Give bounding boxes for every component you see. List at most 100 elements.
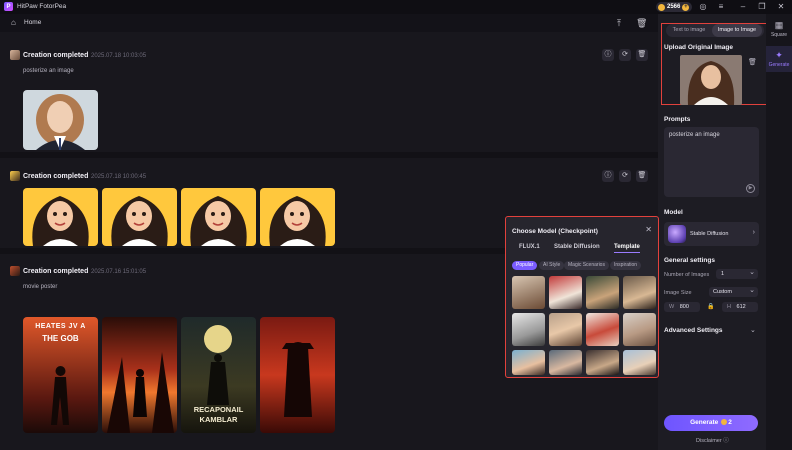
tab-template[interactable]: Template — [614, 244, 640, 253]
original-image[interactable] — [23, 90, 98, 150]
generated-image[interactable] — [23, 188, 98, 246]
poster-title-line2: KAMBLAR — [199, 415, 238, 424]
tab-stable-diffusion[interactable]: Stable Diffusion — [554, 244, 600, 250]
filter-inspiration[interactable]: Inspiration — [610, 261, 642, 270]
right-nav: ▦ Square ✦ Generate — [766, 14, 792, 450]
filter-magic-scenarios[interactable]: Magic Scenarios — [564, 261, 609, 270]
image-size-value: Custom — [713, 289, 732, 295]
general-settings-label: General settings — [664, 257, 715, 264]
generated-poster[interactable]: RECAPONAIL KAMBLAR — [181, 317, 256, 433]
width-label: W — [669, 304, 675, 310]
disclaimer-text: Disclaimer — [696, 438, 722, 444]
home-link[interactable]: Home — [24, 19, 41, 26]
minimize-icon[interactable]: – — [738, 2, 748, 12]
close-icon[interactable]: ✕ — [776, 2, 786, 12]
card-date: 2025.07.16 15:01:05 — [91, 269, 147, 275]
template-thumbnail[interactable] — [586, 350, 619, 375]
card-prompt: movie poster — [23, 284, 58, 290]
template-thumbnail[interactable] — [512, 276, 545, 309]
info-icon[interactable]: ⓘ — [602, 49, 614, 61]
generate-label: Generate — [690, 419, 719, 426]
prompt-text[interactable]: posterize an image — [669, 132, 720, 138]
card-thumbnail — [10, 171, 20, 181]
delete-image-icon[interactable]: 🗑 — [748, 58, 757, 66]
card-date: 2025.07.18 10:03:05 — [91, 53, 147, 59]
prompt-action-icon[interactable]: ▶ — [746, 184, 755, 193]
chevron-right-icon: › — [752, 229, 755, 236]
generated-image[interactable] — [260, 188, 335, 246]
info-icon[interactable]: ⓘ — [602, 170, 614, 182]
sparkle-icon: ✦ — [775, 50, 783, 60]
nav-generate[interactable]: ✦ Generate — [766, 46, 792, 72]
lock-ratio-icon[interactable]: 🔒 — [707, 303, 714, 310]
template-thumbnail[interactable] — [512, 313, 545, 346]
template-thumbnail[interactable] — [623, 276, 656, 309]
image-size-label: Image Size — [664, 290, 692, 296]
card-date: 2025.07.18 10:00:45 — [91, 174, 147, 180]
coin-icon — [721, 418, 728, 425]
chevron-down-icon[interactable]: ⌄ — [750, 326, 756, 334]
width-input[interactable]: W 800 — [664, 302, 700, 312]
card-thumbnail — [10, 50, 20, 60]
add-credits-icon[interactable]: + — [682, 3, 690, 11]
card-title: Creation completed — [23, 268, 89, 275]
delete-icon[interactable]: 🗑 — [636, 49, 648, 61]
height-label: H — [727, 304, 731, 310]
num-images-select[interactable]: 1 ⌄ — [716, 269, 758, 279]
nav-square[interactable]: ▦ Square — [766, 20, 792, 38]
close-icon[interactable]: ✕ — [645, 225, 652, 234]
template-thumbnail[interactable] — [586, 276, 619, 309]
width-value: 800 — [679, 304, 689, 310]
menu-icon[interactable]: ≡ — [716, 2, 726, 12]
chevron-down-icon: ⌄ — [749, 287, 755, 294]
height-value: 612 — [736, 304, 746, 310]
advanced-settings-toggle[interactable]: Advanced Settings — [664, 327, 723, 334]
template-thumbnail[interactable] — [586, 313, 619, 346]
generated-image[interactable] — [181, 188, 256, 246]
regenerate-icon[interactable]: ⟳ — [619, 49, 631, 61]
template-thumbnail[interactable] — [623, 313, 656, 346]
card-thumbnail — [10, 266, 20, 276]
delete-all-icon[interactable]: 🗑 — [636, 18, 647, 28]
template-thumbnail[interactable] — [549, 276, 582, 309]
top-nav: ⌂ Home ⤒ 🗑 — [0, 14, 658, 32]
nav-generate-label: Generate — [768, 62, 790, 68]
model-name: Stable Diffusion — [690, 231, 729, 237]
poster-title-line2: THE GOB — [42, 334, 79, 343]
app-title: HitPaw FotorPea — [17, 3, 67, 10]
user-icon[interactable]: ◎ — [698, 2, 708, 12]
title-bar: P HitPaw FotorPea 2566 + ◎ ≡ – ❐ ✕ — [0, 0, 792, 14]
num-images-value: 1 — [721, 271, 725, 277]
filter-ai-style[interactable]: AI Style — [539, 261, 565, 270]
home-icon[interactable]: ⌂ — [11, 18, 20, 27]
model-selector[interactable]: Stable Diffusion › — [664, 222, 759, 246]
template-thumbnail[interactable] — [549, 313, 582, 346]
uploaded-image[interactable] — [680, 55, 742, 105]
disclaimer-link[interactable]: Disclaimer ⓘ — [696, 436, 729, 444]
generate-button[interactable]: Generate 2 — [664, 415, 758, 431]
creation-card: Creation completed 2025.07.18 10:03:05 p… — [0, 32, 658, 152]
template-thumbnail[interactable] — [512, 350, 545, 375]
filter-popular[interactable]: Popular — [512, 261, 538, 270]
choose-model-popup: Choose Model (Checkpoint) ✕ FLUX.1 Stabl… — [505, 216, 659, 378]
restore-icon[interactable]: ❐ — [757, 2, 767, 12]
image-size-select[interactable]: Custom ⌄ — [709, 287, 758, 297]
card-title: Creation completed — [23, 173, 89, 180]
delete-icon[interactable]: 🗑 — [636, 170, 648, 182]
regenerate-icon[interactable]: ⟳ — [619, 170, 631, 182]
tab-flux[interactable]: FLUX.1 — [519, 244, 540, 250]
generated-poster[interactable] — [260, 317, 335, 433]
generated-poster[interactable]: HEATES JV A THE GOB — [23, 317, 98, 433]
prompt-input[interactable]: posterize an image ▶ — [664, 127, 759, 197]
poster-title-line1: HEATES JV A — [35, 323, 86, 330]
template-thumbnail[interactable] — [549, 350, 582, 375]
chevron-down-icon: ⌄ — [749, 269, 755, 276]
generated-image[interactable] — [102, 188, 177, 246]
height-input[interactable]: H 612 — [722, 302, 758, 312]
upload-icon[interactable]: ⤒ — [614, 18, 624, 28]
generated-poster[interactable] — [102, 317, 177, 433]
template-thumbnail[interactable] — [623, 350, 656, 375]
credits-badge[interactable]: 2566 + — [656, 2, 693, 12]
generate-cost: 2 — [728, 419, 732, 426]
coin-icon — [658, 3, 665, 11]
